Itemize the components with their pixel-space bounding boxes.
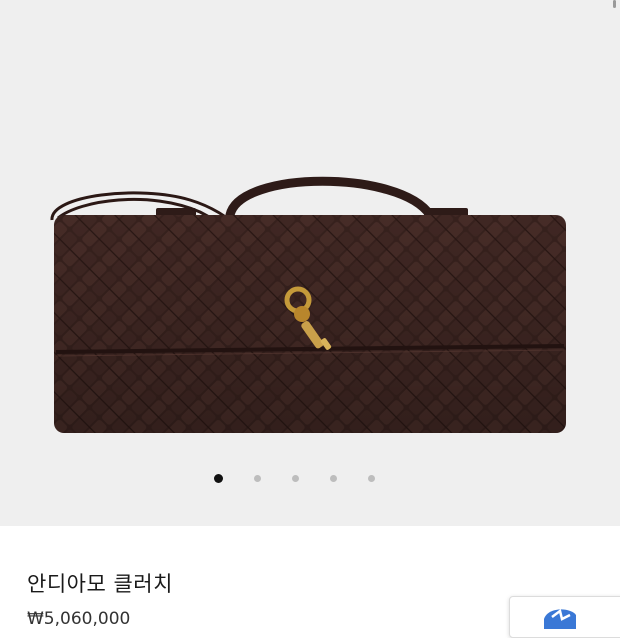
scroll-indicator — [613, 0, 616, 8]
carousel-dot-5[interactable] — [368, 475, 375, 482]
carousel-dot-2[interactable] — [254, 475, 261, 482]
carousel-dots — [0, 474, 620, 484]
carousel-dot-1[interactable] — [214, 474, 223, 483]
carousel-dot-4[interactable] — [330, 475, 337, 482]
chat-widget-button[interactable] — [509, 596, 620, 638]
product-gallery[interactable] — [0, 0, 620, 526]
product-image — [50, 176, 566, 433]
chat-icon — [544, 608, 576, 629]
product-price: ₩5,060,000 — [27, 609, 131, 629]
product-title: 안디아모 클러치 — [27, 572, 173, 596]
bag-handle — [225, 176, 435, 220]
carousel-dot-3[interactable] — [292, 475, 299, 482]
